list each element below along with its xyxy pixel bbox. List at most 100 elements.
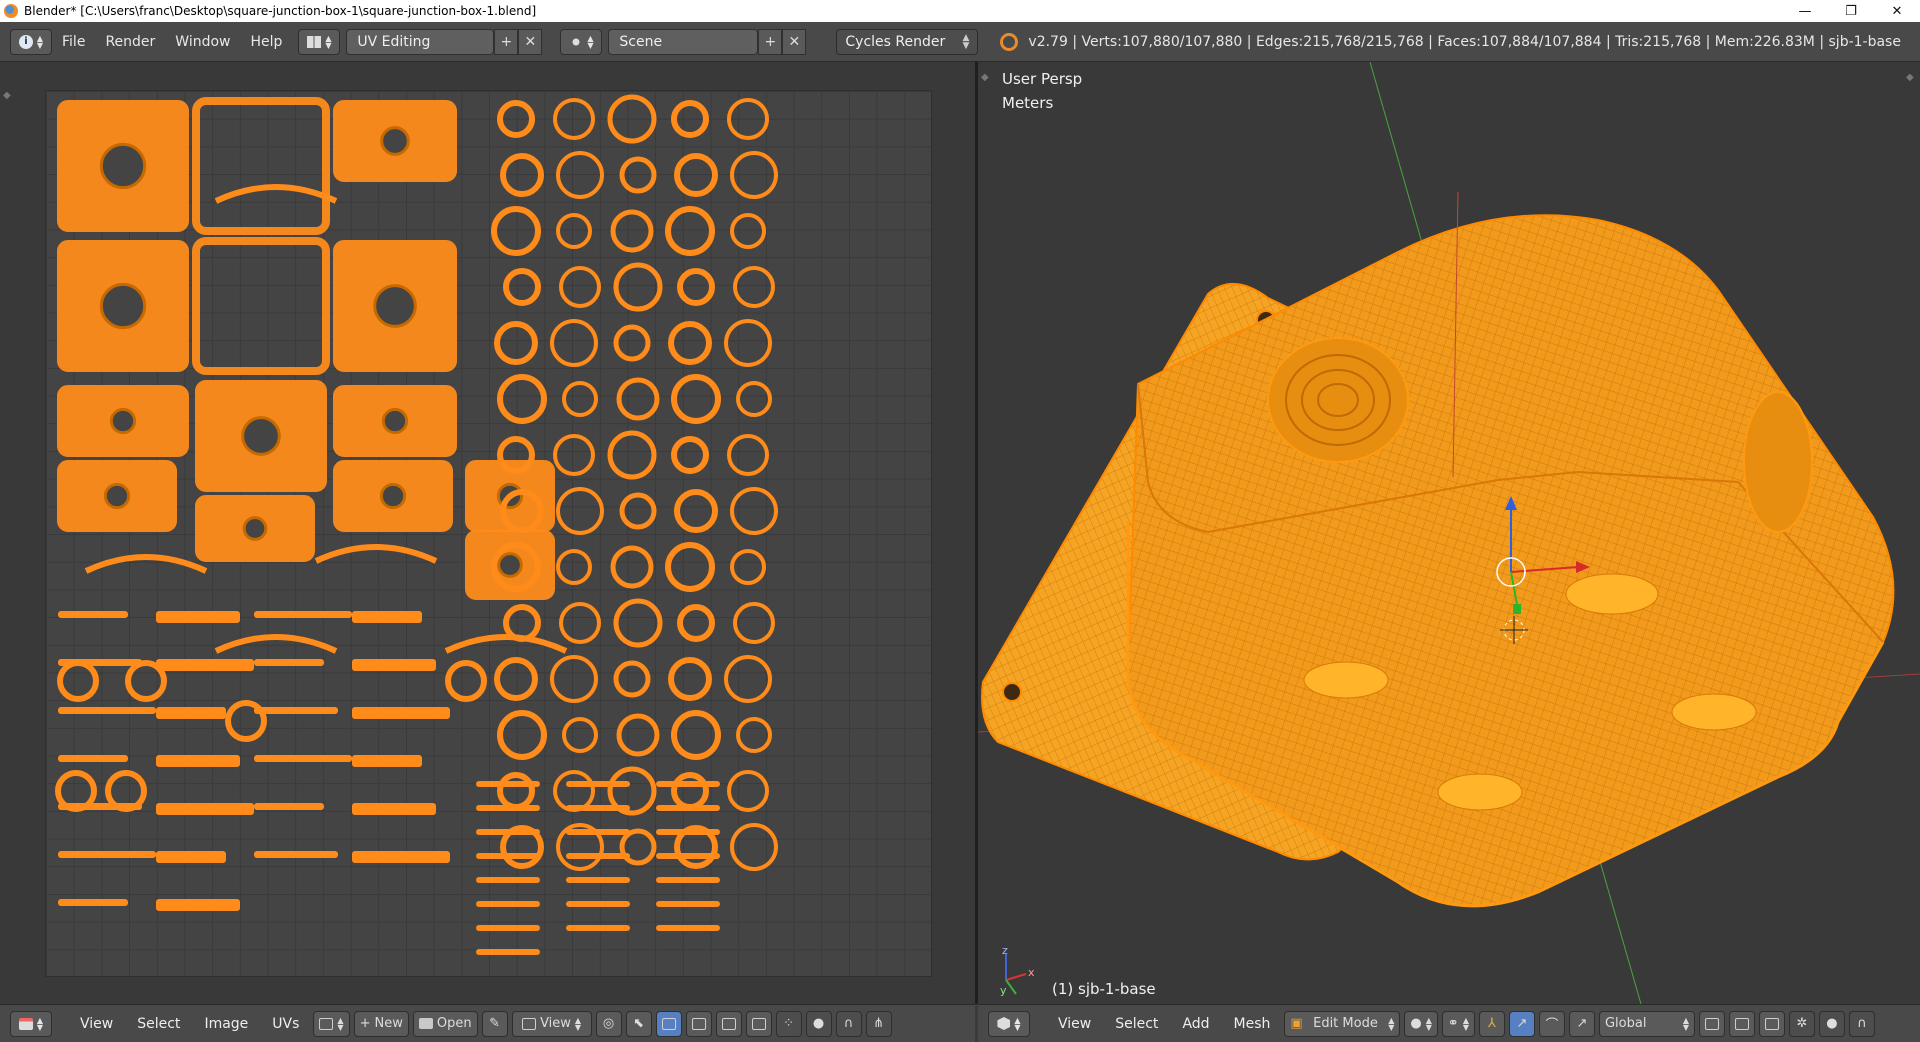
restore-button[interactable]: ❐ <box>1828 0 1874 22</box>
sticky-selection-dropdown[interactable]: ⁘ <box>775 1010 802 1037</box>
vertex-select-button[interactable] <box>655 1010 682 1037</box>
add-screen-button[interactable]: + <box>494 28 519 55</box>
3d-menu-mesh[interactable]: Mesh <box>1224 1016 1281 1032</box>
scene-field[interactable]: Scene <box>608 28 759 55</box>
axis-manipulator-icon: ⅄ <box>1487 1016 1496 1031</box>
island-select-icon <box>751 1017 766 1030</box>
new-image-label: New <box>374 1016 403 1031</box>
uv-canvas[interactable] <box>45 90 932 977</box>
close-button[interactable]: ✕ <box>1874 0 1920 22</box>
uv-island-strip <box>156 803 254 815</box>
uv-island-strip <box>656 925 720 931</box>
scale-manipulator-button[interactable]: ↗ <box>1568 1010 1595 1037</box>
x-icon: ✕ <box>524 33 537 50</box>
3d-menu-view[interactable]: View <box>1048 1016 1101 1032</box>
uv-island-ring <box>671 374 721 424</box>
uv-island-ring <box>556 549 592 585</box>
chevron-updown-icon: ▲ ▼ <box>325 33 332 50</box>
layer-button-1[interactable] <box>1698 1010 1725 1037</box>
menu-help[interactable]: Help <box>240 29 292 55</box>
snap-button[interactable]: ∩ <box>835 1010 862 1037</box>
screen-layout-field[interactable]: UV Editing <box>346 28 495 55</box>
uv-island-hole <box>241 416 281 456</box>
uv-island-ring <box>613 324 651 362</box>
info-editor-type-button[interactable]: i ▲ ▼ <box>10 28 52 55</box>
pivot-point-dropdown[interactable]: ⚭ ▲ ▼ <box>1441 1010 1475 1037</box>
image-browse-button[interactable]: ▲ ▼ <box>313 1010 350 1037</box>
pivot-button[interactable]: ◎ <box>595 1010 622 1037</box>
uv-island-ring <box>613 660 651 698</box>
active-object-label: (1) sjb-1-base <box>1052 980 1156 998</box>
uv-island-ring <box>497 374 547 424</box>
mode-label: Edit Mode <box>1313 1016 1378 1031</box>
uv-image-editor[interactable]: ◆ <box>0 62 975 1004</box>
add-scene-button[interactable]: + <box>758 28 783 55</box>
uv-island-strip <box>476 949 540 955</box>
delete-screen-button[interactable]: ✕ <box>518 28 543 55</box>
snap-3d-button[interactable]: ∩ <box>1848 1010 1875 1037</box>
uv-island-ring <box>674 489 718 533</box>
layer-button-2[interactable] <box>1728 1010 1755 1037</box>
delete-scene-button[interactable]: ✕ <box>782 28 807 55</box>
toolshelf-expand-icon[interactable]: ◆ <box>981 72 991 83</box>
uv-island-strip <box>656 877 720 883</box>
open-image-button[interactable]: Open <box>412 1010 478 1037</box>
view-mode-icon <box>522 1017 537 1030</box>
transform-orientation-dropdown[interactable]: Global ▲ ▼ <box>1598 1010 1695 1037</box>
menu-render[interactable]: Render <box>95 29 165 55</box>
uv-menu-view[interactable]: View <box>70 1016 123 1032</box>
sync-selection-button[interactable]: ⬉ <box>625 1010 652 1037</box>
edge-select-button[interactable] <box>685 1010 712 1037</box>
view-mode-dropdown[interactable]: View ▲ ▼ <box>511 1010 592 1037</box>
manipulator-toggle[interactable]: ⅄ <box>1478 1010 1505 1037</box>
uv-menu-image[interactable]: Image <box>194 1016 258 1032</box>
3d-menu-select[interactable]: Select <box>1105 1016 1168 1032</box>
mode-dropdown[interactable]: ▣ Edit Mode ▲ ▼ <box>1284 1010 1401 1037</box>
uv-island-ring <box>613 262 663 312</box>
uv-island-strip <box>476 781 540 787</box>
uv-island-strip <box>58 899 128 906</box>
snap-target-button[interactable]: ⋔ <box>865 1010 892 1037</box>
menu-file[interactable]: File <box>52 29 95 55</box>
occlude-geometry-button[interactable]: ✲ <box>1788 1010 1815 1037</box>
proportional-edit-button[interactable]: ● <box>805 1010 832 1037</box>
pin-button[interactable]: ✎ <box>481 1010 508 1037</box>
uv-menu-select[interactable]: Select <box>127 1016 190 1032</box>
view-mode-label: View <box>540 1016 571 1031</box>
viewport-shading-dropdown[interactable]: ● ▲ ▼ <box>1404 1010 1438 1037</box>
3d-editor-type-button[interactable]: ▲ ▼ <box>988 1010 1030 1037</box>
layer-button-3[interactable] <box>1758 1010 1785 1037</box>
rotate-manipulator-button[interactable]: ⌒ <box>1538 1010 1565 1037</box>
uv-island-ring <box>556 213 592 249</box>
uv-island-ring <box>562 717 598 753</box>
uv-editor-type-button[interactable]: ▲ ▼ <box>10 1010 52 1037</box>
uv-island-ring <box>671 772 709 810</box>
island-select-button[interactable] <box>745 1010 772 1037</box>
scene-icon-button[interactable]: ▲ ▼ <box>560 28 603 55</box>
minimize-button[interactable]: — <box>1782 0 1828 22</box>
uv-island-strip <box>254 803 324 810</box>
uv-menu-uvs[interactable]: UVs <box>262 1016 309 1032</box>
3d-menu-add[interactable]: Add <box>1172 1016 1219 1032</box>
uv-island-strip <box>476 925 540 931</box>
uv-island-ring <box>553 98 595 140</box>
pivot-icon: ◎ <box>602 1016 615 1031</box>
uv-island-ring <box>619 492 657 530</box>
chevron-updown-icon: ▲ ▼ <box>574 1015 582 1032</box>
3d-viewport[interactable]: User Persp Meters (1) sjb-1-base z y x ◆… <box>978 62 1920 1004</box>
region-expand-icon[interactable]: ◆ <box>3 90 13 101</box>
new-image-button[interactable]: + New <box>353 1010 409 1037</box>
translate-manipulator-button[interactable]: ↗ <box>1508 1010 1535 1037</box>
uv-island-ring <box>677 268 715 306</box>
scale-icon: ↗ <box>1576 1016 1588 1031</box>
uv-island-ring <box>730 823 778 871</box>
render-engine-dropdown[interactable]: Cycles Render ▲ ▼ <box>836 28 979 55</box>
uv-island-ring <box>553 770 595 812</box>
face-select-button[interactable] <box>715 1010 742 1037</box>
menu-window[interactable]: Window <box>165 29 240 55</box>
properties-expand-icon[interactable]: ◆ <box>1906 72 1916 83</box>
screen-layout-icon-button[interactable]: ▲ ▼ <box>298 28 341 55</box>
chevron-updown-icon: ▲ ▼ <box>1425 1015 1432 1032</box>
plus-icon: + <box>500 33 513 50</box>
proportional-edit-3d-button[interactable]: ● <box>1818 1010 1845 1037</box>
